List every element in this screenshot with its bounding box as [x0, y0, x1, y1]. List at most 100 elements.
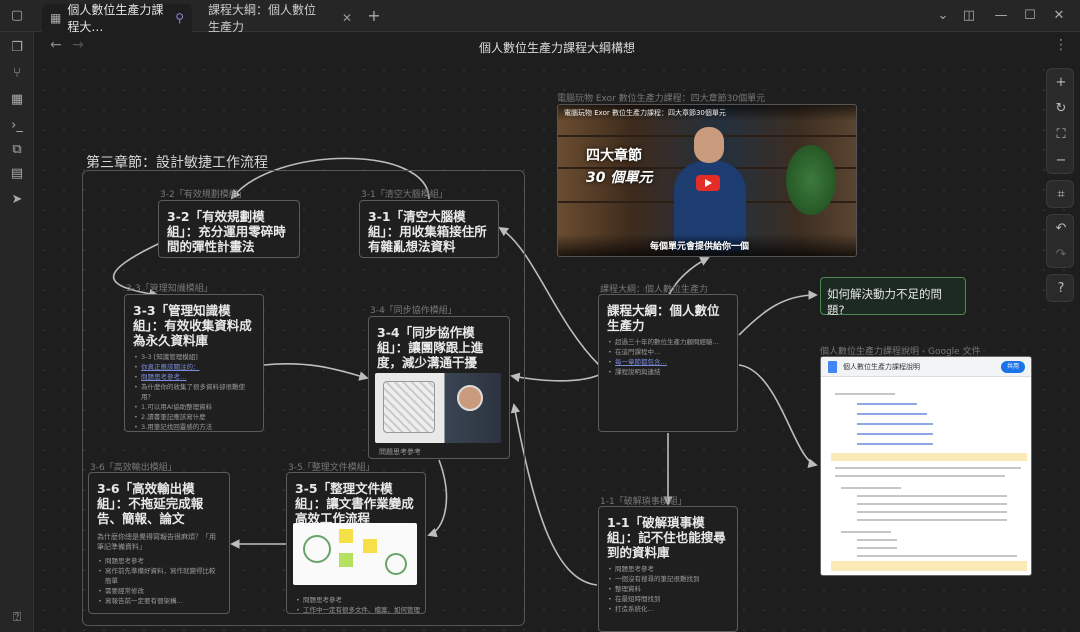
card-3-4[interactable]: 3-4「同步協作模組」：讓團隊跟上進度，減少溝通干擾 問題思考參考: [368, 316, 510, 459]
card-note: 為什麼你總是覺得寫報告很麻煩？「用筆記準備資料」: [97, 533, 216, 551]
doc-text-line: [835, 467, 1021, 469]
card-title: 1-1「破解瑣事模組」：記不住也能搜尋到的資料庫: [607, 515, 726, 560]
card-title: 3-4「同步協作模組」：讓團隊跟上進度，減少溝通干擾: [377, 325, 484, 370]
card-3-5[interactable]: 3-5「整理文件模組」：讓文書作業變成高效工作流程 問題思考參考 工作中一定有很…: [286, 472, 426, 614]
list-item: 在最短時間找到: [607, 594, 729, 604]
card-list: 3-3 [知識管理模組] 你真正應該關注的： 問題思考參考… 為什麼你的收集了很…: [133, 352, 255, 431]
canvas[interactable]: 第三章節：設計敏捷工作流程 3-2「有效規劃模組」 3-2「有效規劃模組」：充分…: [34, 60, 1080, 632]
group-label[interactable]: 第三章節：設計敏捷工作流程: [86, 152, 268, 172]
diagram-shape: [303, 535, 331, 563]
node-label: 3-1「清空大腦模組」: [361, 190, 448, 200]
help-icon[interactable]: ?: [1047, 276, 1075, 302]
doc-text-line: [835, 393, 895, 395]
card-3-6[interactable]: 3-6「高效輸出模組」：不拖延完成報告、簡報、論文 為什麼你總是覺得寫報告很麻煩…: [88, 472, 230, 614]
card-1-1[interactable]: 1-1「破解瑣事模組」：記不住也能搜尋到的資料庫 問題思考參考 一個沒有搜尋的筆…: [598, 506, 738, 632]
list-item: 工作中一定有很多文件、檔案、如何管理: [295, 605, 420, 613]
sidebar-toggle-icon[interactable]: ▢: [9, 8, 25, 24]
list-item: 超過三十年的數位生產力顧問經驗…: [607, 337, 729, 347]
diagram-thumbnail[interactable]: [293, 523, 417, 585]
reset-icon[interactable]: ↻: [1047, 96, 1075, 122]
select-icon[interactable]: ⌗: [1047, 182, 1075, 208]
edge: [510, 403, 598, 586]
doc-text-line: [857, 547, 897, 549]
list-link[interactable]: 每一章節都包含…: [607, 357, 729, 367]
video-overlay-line1: 四大章節: [586, 148, 642, 164]
terminal-icon[interactable]: ›_: [9, 118, 25, 134]
video-thumbnail[interactable]: [375, 373, 501, 443]
new-tab-button[interactable]: +: [366, 8, 382, 24]
view-title[interactable]: 個人數位生產力課程大綱構想: [34, 39, 1080, 56]
list-item: 整理資料: [607, 584, 729, 594]
card-list: 問題思考參考 寫作前先準備好資料，寫作就變得比較簡單 需要經常修改 寫報告前一定…: [97, 556, 221, 606]
doc-link[interactable]: [857, 413, 927, 415]
doc-text-line: [857, 495, 1007, 497]
edge: [738, 364, 818, 468]
play-button-icon[interactable]: [696, 175, 720, 191]
google-doc-embed[interactable]: 個人數位生產力課程說明 共用: [820, 356, 1032, 576]
view-header: ← → 個人數位生產力課程大綱構想 ⋮: [34, 32, 1080, 60]
card-list: 問題思考參考 工作中一定有很多文件、檔案、如何管理: [295, 595, 420, 613]
sticky-note: [363, 539, 377, 553]
canvas-icon: ▦: [50, 11, 62, 25]
close-window-button[interactable]: ✕: [1051, 8, 1067, 24]
node-label: 3-2「有效規劃模組」: [160, 190, 247, 200]
doc-text-line: [841, 531, 891, 533]
canvas-icon[interactable]: ▦: [9, 92, 25, 108]
split-view-icon[interactable]: ◫: [961, 8, 977, 24]
list-item: 2.讀書筆記應該寫什麼: [133, 412, 255, 422]
plant: [786, 145, 836, 215]
maximize-button[interactable]: ☐: [1022, 8, 1038, 24]
node-label: 3-3「管理知識模組」: [126, 284, 213, 294]
calendar-icon[interactable]: ▤: [9, 166, 25, 182]
zoom-out-icon[interactable]: −: [1047, 148, 1075, 174]
doc-link[interactable]: [857, 443, 933, 445]
list-item: 問題思考參考: [295, 595, 420, 605]
node-label: 3-4「同步協作模組」: [370, 306, 457, 316]
list-link[interactable]: 你真正應該關注的：: [133, 362, 255, 372]
doc-text-line: [857, 511, 1007, 513]
share-button[interactable]: 共用: [1001, 361, 1025, 373]
edge: [738, 290, 818, 336]
minimize-button[interactable]: —: [993, 8, 1009, 24]
help-icon[interactable]: ⍰: [9, 610, 25, 626]
list-item: 3.用筆記找回靈感的方法: [133, 422, 255, 431]
redo-icon[interactable]: ↷: [1047, 242, 1075, 268]
card-3-1[interactable]: 3-1「清空大腦模組」：用收集箱接住所有雜亂想法資料: [359, 200, 499, 258]
doc-text-line: [857, 519, 1007, 521]
doc-link[interactable]: [857, 403, 917, 405]
help-controls: ?: [1046, 274, 1074, 302]
card-3-2[interactable]: 3-2「有效規劃模組」：充分運用零碎時間的彈性計畫法: [158, 200, 300, 258]
fit-icon[interactable]: ⛶: [1047, 122, 1075, 148]
close-tab-icon[interactable]: ✕: [342, 11, 352, 25]
list-item: 3-3 [知識管理模組]: [133, 352, 255, 362]
docs-icon: [828, 361, 837, 373]
card-course-outline[interactable]: 課程大綱：個人數位生產力 超過三十年的數位生產力顧問經驗… 在這門課程中… 每一…: [598, 294, 738, 432]
graph-icon[interactable]: ⑂: [9, 66, 25, 82]
card-title: 3-2「有效規劃模組」：充分運用零碎時間的彈性計畫法: [167, 209, 286, 254]
list-item: 課程說明與連結: [607, 367, 729, 377]
node-label: 電腦玩物 Exor 數位生產力課程：四大章節30個單元: [557, 94, 766, 104]
tab-course-canvas[interactable]: ▦ 個人數位生產力課程大… ⚲: [42, 3, 192, 34]
diagram-shape: [385, 553, 407, 575]
tab-course-outline[interactable]: 課程大綱：個人數位生產力 ✕: [200, 3, 360, 34]
video-embed[interactable]: 四大章節 30 個單元 電腦玩物 Exor 數位生產力課程：四大章節30個單元 …: [557, 104, 857, 257]
tab-label: 個人數位生產力課程大…: [67, 3, 164, 34]
pin-icon[interactable]: ⚲: [175, 11, 184, 25]
send-icon[interactable]: ➤: [9, 192, 25, 208]
question-card[interactable]: 如何解決動力不足的問題?: [820, 277, 966, 317]
chevron-down-icon[interactable]: ⌄: [935, 8, 951, 24]
list-item: 為什麼你的收集了很多資料卻很難使用？: [133, 382, 255, 402]
doc-link[interactable]: [857, 433, 933, 435]
more-options-button[interactable]: ⋮: [1054, 37, 1068, 53]
undo-icon[interactable]: ↶: [1047, 216, 1075, 242]
presenter-head: [694, 127, 724, 163]
list-link[interactable]: 問題思考參考…: [133, 372, 255, 382]
video-title: 電腦玩物 Exor 數位生產力課程：四大章節30個單元: [558, 105, 856, 121]
card-3-3[interactable]: 3-3「管理知識模組」：有效收集資料成為永久資料庫 3-3 [知識管理模組] 你…: [124, 294, 264, 432]
files-icon[interactable]: ❐: [9, 40, 25, 56]
template-icon[interactable]: ⧉: [9, 142, 25, 158]
card-note: 問題思考參考: [379, 448, 421, 456]
zoom-in-icon[interactable]: +: [1047, 70, 1075, 96]
left-ribbon: ❐ ⑂ ▦ ›_ ⧉ ▤ ➤ ⍰: [0, 32, 34, 632]
doc-link[interactable]: [857, 423, 933, 425]
